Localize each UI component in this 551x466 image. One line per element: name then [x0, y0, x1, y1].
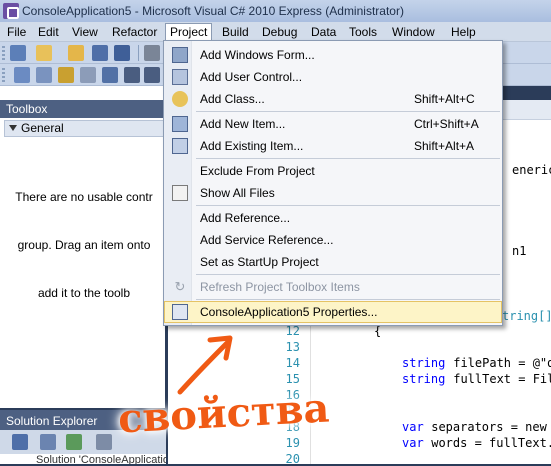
code-keyword: string	[402, 372, 446, 386]
menu-exclude-from-project[interactable]: Exclude From Project	[164, 160, 502, 182]
menu-edit[interactable]: Edit	[34, 24, 63, 40]
toolbox-header: Toolbox	[0, 100, 166, 118]
solution-node[interactable]: Solution 'ConsoleApplication5' (1 p	[36, 454, 166, 464]
code-open-brace: {	[374, 324, 382, 338]
refresh-icon: ↻	[174, 279, 186, 294]
menu-add-user-control[interactable]: Add User Control...	[164, 66, 502, 88]
code-text: fullText = Fil	[446, 372, 551, 386]
menu-debug[interactable]: Debug	[258, 24, 301, 40]
menu-help[interactable]: Help	[447, 24, 480, 40]
view-code-icon[interactable]	[96, 434, 112, 450]
code-keyword: var	[402, 420, 424, 434]
solution-tree[interactable]: Solution 'ConsoleApplication5' (1 p	[0, 454, 166, 464]
line-number: 12	[285, 324, 300, 338]
code-text: separators = new	[424, 420, 547, 434]
menu-view[interactable]: View	[68, 24, 102, 40]
outdent-icon[interactable]	[124, 67, 140, 83]
refresh-icon[interactable]	[66, 434, 82, 450]
toolbox-message-line-2: group. Drag an item onto	[17, 238, 151, 252]
menu-data[interactable]: Data	[307, 24, 340, 40]
toolbar-grip[interactable]	[2, 46, 5, 60]
menu-window[interactable]: Window	[388, 24, 439, 40]
existing-item-icon	[172, 138, 188, 154]
toolbox-empty-message: There are no usable contr group. Drag an…	[4, 157, 164, 317]
menu-add-reference[interactable]: Add Reference...	[164, 207, 502, 229]
code-keyword: var	[402, 436, 424, 450]
menu-add-class[interactable]: Add Class... Shift+Alt+C	[164, 88, 502, 110]
menu-refresh-project-toolbox-items[interactable]: ↻ Refresh Project Toolbox Items	[164, 276, 502, 298]
save-all-icon[interactable]	[114, 45, 130, 61]
code-text: words = fullText.S	[424, 436, 551, 450]
menu-bar: File Edit View Refactor Project Build De…	[0, 22, 551, 42]
quick-info-icon[interactable]	[80, 67, 96, 83]
windows-form-icon	[172, 47, 188, 63]
object-browser-icon[interactable]	[14, 67, 30, 83]
toolbox-message-line-1: There are no usable contr	[15, 190, 153, 204]
code-fragment-generic: eneric;	[512, 163, 551, 177]
member-list-icon[interactable]	[36, 67, 52, 83]
menu-show-all-files[interactable]: Show All Files	[164, 182, 502, 204]
toolbox-group-label: General	[21, 121, 64, 135]
menu-set-as-startup-project[interactable]: Set as StartUp Project	[164, 251, 502, 273]
class-icon	[172, 91, 188, 107]
add-item-icon[interactable]	[36, 45, 52, 61]
menu-build[interactable]: Build	[218, 24, 253, 40]
visual-studio-icon	[3, 3, 19, 19]
line-number: 19	[285, 436, 300, 450]
new-item-icon	[172, 116, 188, 132]
menu-add-service-reference[interactable]: Add Service Reference...	[164, 229, 502, 251]
line-number: 14	[285, 356, 300, 370]
code-keyword: string	[402, 356, 446, 370]
title-bar: ConsoleApplication5 - Microsoft Visual C…	[0, 0, 551, 22]
open-file-icon[interactable]	[68, 45, 84, 61]
code-fragment-string-args: tring[]	[502, 309, 551, 323]
toolbar-grip-2[interactable]	[2, 68, 5, 82]
cut-icon[interactable]	[144, 45, 160, 61]
indent-icon[interactable]	[144, 67, 160, 83]
menu-add-windows-form[interactable]: Add Windows Form...	[164, 44, 502, 66]
window-title: ConsoleApplication5 - Microsoft Visual C…	[22, 4, 404, 18]
new-project-icon[interactable]	[10, 45, 26, 61]
menu-project-properties[interactable]: ConsoleApplication5 Properties...	[164, 301, 502, 323]
toolbox-message-line-3: add it to the toolb	[37, 286, 131, 300]
menu-refactor[interactable]: Refactor	[108, 24, 161, 40]
properties-icon	[172, 304, 188, 320]
code-fragment-namespace: n1	[512, 244, 527, 258]
menu-add-existing-item[interactable]: Add Existing Item... Shift+Alt+A	[164, 135, 502, 157]
menu-tools[interactable]: Tools	[345, 24, 381, 40]
complete-word-icon[interactable]	[102, 67, 118, 83]
show-all-files-icon	[172, 185, 188, 201]
menu-add-new-item[interactable]: Add New Item... Ctrl+Shift+A	[164, 113, 502, 135]
save-icon[interactable]	[92, 45, 108, 61]
menu-file[interactable]: File	[3, 24, 30, 40]
toolbox-group-general[interactable]: General	[4, 120, 164, 137]
user-control-icon	[172, 69, 188, 85]
line-number: 13	[285, 340, 300, 354]
parameter-info-icon[interactable]	[58, 67, 74, 83]
show-all-files-icon[interactable]	[40, 434, 56, 450]
properties-icon[interactable]	[12, 434, 28, 450]
code-text: filePath = @"d	[446, 356, 551, 370]
project-menu-dropdown: Add Windows Form... Add User Control... …	[163, 40, 503, 326]
line-number: 15	[285, 372, 300, 386]
collapse-triangle-icon[interactable]	[9, 125, 17, 131]
